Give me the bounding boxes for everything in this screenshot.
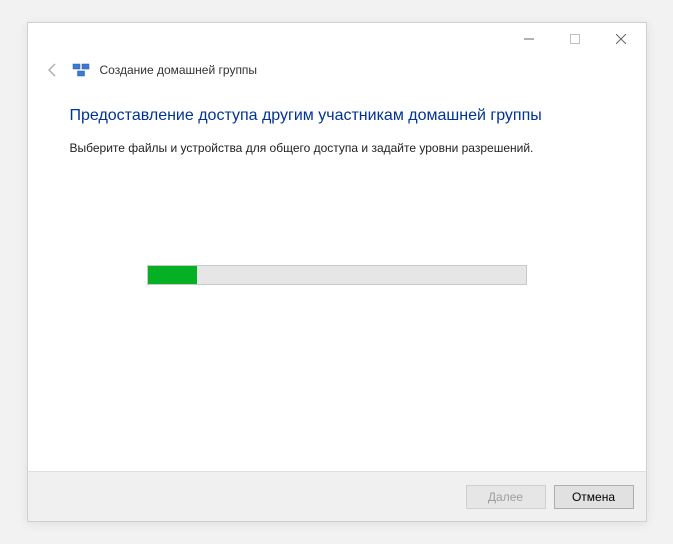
footer: Далее Отмена xyxy=(28,471,646,521)
window-title: Создание домашней группы xyxy=(100,63,258,77)
progress-fill xyxy=(148,266,197,284)
page-heading: Предоставление доступа другим участникам… xyxy=(70,107,604,125)
maximize-button xyxy=(552,24,598,54)
progress-bar xyxy=(147,265,527,285)
back-arrow-icon xyxy=(44,61,62,79)
minimize-button[interactable] xyxy=(506,24,552,54)
homegroup-icon xyxy=(72,61,90,79)
wizard-window: Создание домашней группы Предоставление … xyxy=(27,22,647,522)
page-subtext: Выберите файлы и устройства для общего д… xyxy=(70,141,604,155)
content-area: Предоставление доступа другим участникам… xyxy=(28,89,646,471)
next-button: Далее xyxy=(466,485,546,509)
header-row: Создание домашней группы xyxy=(28,55,646,89)
titlebar xyxy=(28,23,646,55)
cancel-button[interactable]: Отмена xyxy=(554,485,634,509)
close-button[interactable] xyxy=(598,24,644,54)
